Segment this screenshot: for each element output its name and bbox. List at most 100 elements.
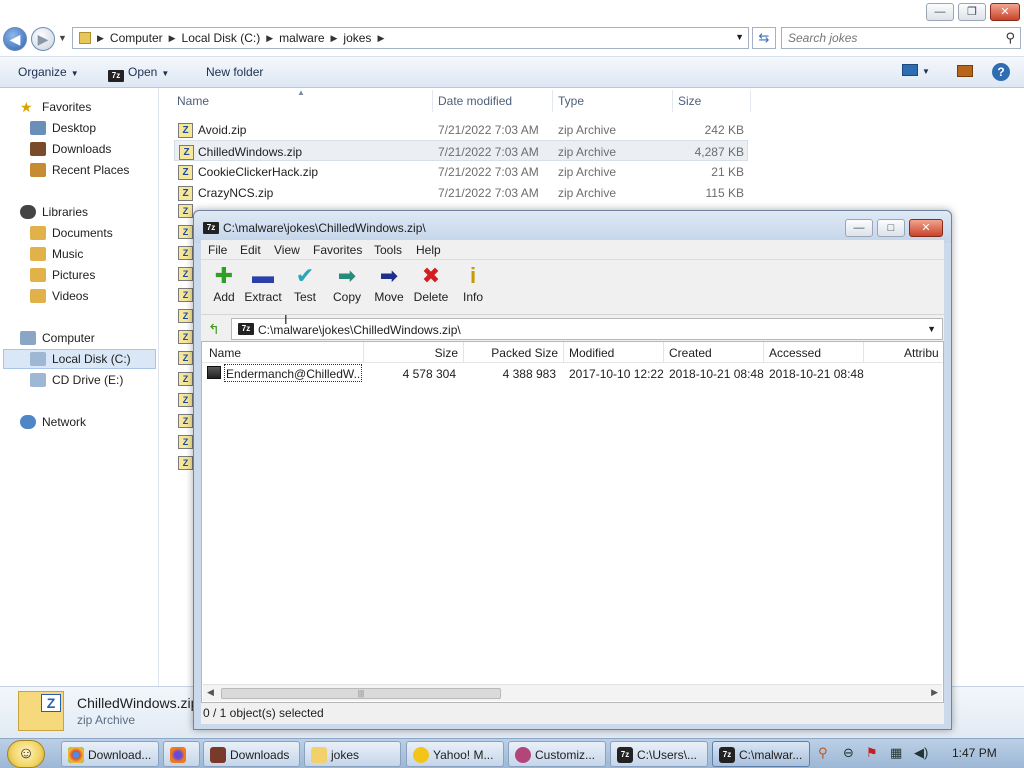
search-icon[interactable]: ⚲ [1005, 30, 1015, 46]
test-button[interactable]: ✔ Test [282, 263, 328, 313]
nav-libraries[interactable]: Libraries [20, 202, 88, 222]
file-row[interactable]: Z CookieClickerHack.zip 7/21/2022 7:03 A… [174, 161, 748, 182]
move-button[interactable]: ➡ Move [366, 263, 412, 313]
nav-computer[interactable]: Computer [20, 328, 95, 348]
column-date-modified[interactable]: Date modified [438, 94, 512, 108]
breadcrumb-computer[interactable]: Computer [110, 31, 163, 45]
nav-videos[interactable]: Videos [30, 286, 88, 306]
column-created[interactable]: Created [669, 346, 712, 360]
column-name[interactable]: Name [209, 346, 241, 360]
nav-recent-places[interactable]: Recent Places [30, 160, 129, 180]
column-size[interactable]: Size [678, 94, 701, 108]
taskbar-item-firefox[interactable] [163, 741, 200, 767]
taskbar-item-jokes[interactable]: jokes [304, 741, 401, 767]
zip-file-icon[interactable]: Z [178, 309, 193, 323]
address-box[interactable]: ▶ Computer ▶ Local Disk (C:) ▶ malware ▶… [72, 27, 749, 49]
column-packed-size[interactable]: Packed Size [463, 346, 558, 360]
taskbar-item-malware[interactable]: 7z C:\malwar... [712, 741, 810, 767]
nav-documents[interactable]: Documents [30, 223, 113, 243]
zip-file-icon[interactable]: Z [178, 414, 193, 428]
menu-help[interactable]: Help [416, 243, 441, 257]
7zip-close-button[interactable]: ✕ [909, 219, 943, 237]
zip-file-icon[interactable]: Z [178, 288, 193, 302]
column-divider[interactable] [763, 342, 764, 362]
start-button[interactable]: ☺ [7, 740, 45, 768]
menu-view[interactable]: View [274, 243, 300, 257]
7zip-minimize-button[interactable]: — [845, 219, 873, 237]
nav-music[interactable]: Music [30, 244, 83, 264]
nav-network[interactable]: Network [20, 412, 86, 432]
column-accessed[interactable]: Accessed [769, 346, 821, 360]
taskbar-item-customize[interactable]: Customiz... [508, 741, 606, 767]
extract-button[interactable]: ▬ Extract [240, 263, 286, 313]
zip-file-icon[interactable]: Z [178, 225, 193, 239]
back-button[interactable]: ◀ [3, 27, 27, 51]
new-folder-button[interactable]: New folder [206, 65, 263, 79]
menu-file[interactable]: File [208, 243, 227, 257]
nav-desktop[interactable]: Desktop [30, 118, 96, 138]
7zip-maximize-button[interactable]: □ [877, 219, 905, 237]
taskbar-item-users[interactable]: 7z C:\Users\... [610, 741, 708, 767]
clock[interactable]: 1:47 PM [952, 746, 997, 760]
action-center-icon[interactable]: ⚑ [866, 745, 878, 761]
nav-local-disk[interactable]: Local Disk (C:) [3, 349, 156, 369]
column-type[interactable]: Type [558, 94, 584, 108]
network-status-icon[interactable]: ▦ [890, 745, 902, 761]
zip-file-icon[interactable]: Z [178, 435, 193, 449]
preview-pane-button[interactable] [957, 65, 973, 80]
refresh-button[interactable]: ⇆ [752, 27, 776, 49]
nav-downloads[interactable]: Downloads [30, 139, 111, 159]
column-divider[interactable] [663, 342, 664, 362]
breadcrumb-local-disk[interactable]: Local Disk (C:) [182, 31, 261, 45]
info-button[interactable]: i Info [450, 263, 496, 313]
taskbar-item-chrome[interactable]: Download... [61, 741, 159, 767]
zip-file-icon[interactable]: Z [178, 393, 193, 407]
nav-favorites[interactable]: ★ Favorites [20, 97, 91, 117]
zip-file-icon[interactable]: Z [178, 246, 193, 260]
tray-icon[interactable]: ⊖ [843, 745, 854, 761]
zip-file-icon[interactable]: Z [178, 204, 193, 218]
view-options-button[interactable]: ▼ [902, 63, 930, 77]
copy-button[interactable]: ➡ Copy [324, 263, 370, 313]
column-divider[interactable] [563, 342, 564, 362]
delete-button[interactable]: ✖ Delete [408, 263, 454, 313]
scroll-right-icon[interactable]: ▶ [931, 687, 938, 698]
chevron-down-icon[interactable]: ▼ [735, 32, 744, 42]
minimize-button[interactable]: — [926, 3, 954, 21]
recent-pages-dropdown[interactable]: ▼ [58, 33, 67, 43]
7zip-titlebar[interactable]: 7z C:\malware\jokes\ChilledWindows.zip\ … [194, 211, 951, 243]
breadcrumb-jokes[interactable]: jokes [343, 31, 371, 45]
chevron-down-icon[interactable]: ▼ [927, 324, 936, 334]
zip-file-icon[interactable]: Z [178, 456, 193, 470]
restore-button[interactable]: ❐ [958, 3, 986, 21]
scrollbar-thumb[interactable]: ||| [221, 688, 501, 699]
column-divider[interactable] [750, 90, 751, 112]
column-divider[interactable] [672, 90, 673, 112]
taskbar-item-downloads[interactable]: Downloads [203, 741, 300, 767]
nav-pictures[interactable]: Pictures [30, 265, 95, 285]
column-size[interactable]: Size [363, 346, 458, 360]
path-combobox[interactable]: 7z C:\malware\jokes\ChilledWindows.zip\ … [231, 318, 943, 340]
breadcrumb-malware[interactable]: malware [279, 31, 324, 45]
search-input[interactable] [788, 31, 988, 45]
scroll-left-icon[interactable]: ◀ [207, 687, 214, 698]
search-box[interactable]: ⚲ [781, 27, 1021, 49]
magnifier-icon[interactable]: ⚲ [818, 745, 828, 761]
zip-file-icon[interactable]: Z [178, 267, 193, 281]
column-name[interactable]: Name [177, 94, 209, 108]
menu-favorites[interactable]: Favorites [313, 243, 362, 257]
horizontal-scrollbar[interactable]: ◀ ||| ▶ [203, 684, 942, 701]
organize-button[interactable]: Organize ▼ [18, 65, 79, 79]
close-button[interactable]: ✕ [990, 3, 1020, 21]
menu-tools[interactable]: Tools [374, 243, 402, 257]
menu-edit[interactable]: Edit [240, 243, 261, 257]
column-divider[interactable] [432, 90, 433, 112]
folder-up-icon[interactable]: ↰ [205, 320, 223, 338]
help-button[interactable]: ? [992, 63, 1010, 81]
zip-file-icon[interactable]: Z [178, 372, 193, 386]
forward-button[interactable]: ▶ [31, 27, 55, 51]
taskbar-item-yahoo[interactable]: Yahoo! M... [406, 741, 504, 767]
column-divider[interactable] [863, 342, 864, 362]
file-row[interactable]: Z Avoid.zip 7/21/2022 7:03 AM zip Archiv… [174, 119, 748, 140]
file-row-selected[interactable]: Z ChilledWindows.zip 7/21/2022 7:03 AM z… [174, 140, 748, 161]
